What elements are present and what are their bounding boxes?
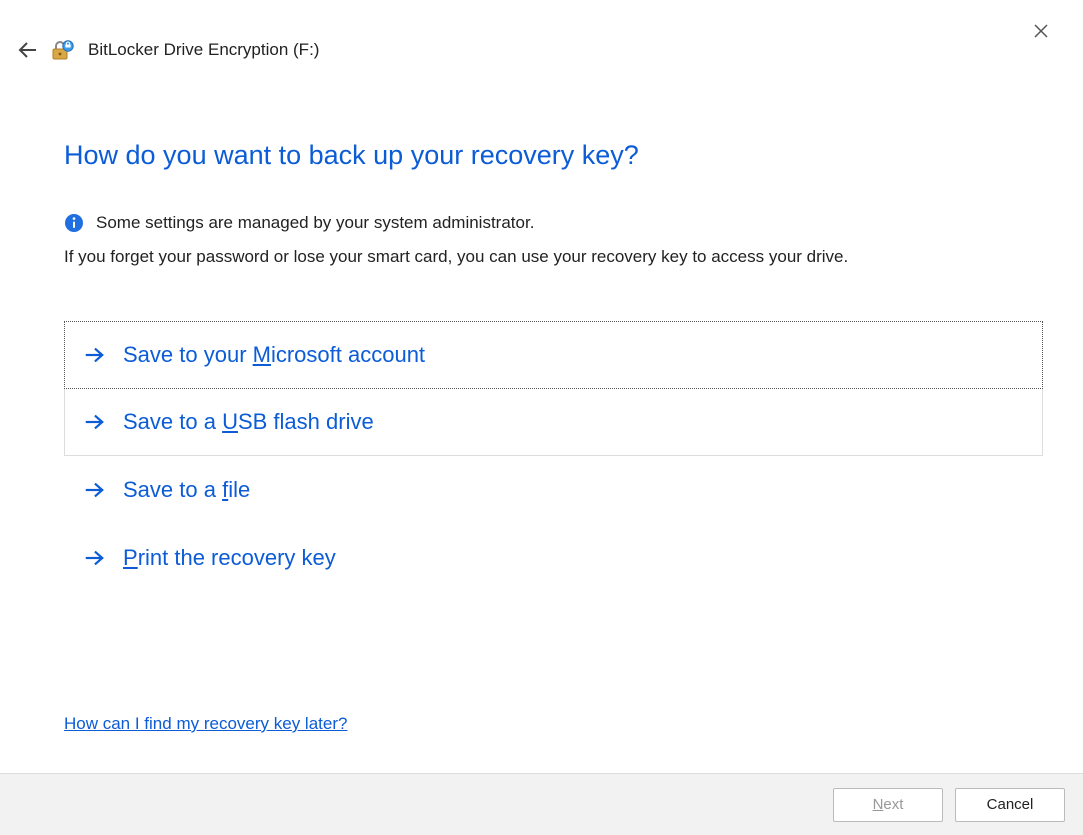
cancel-button[interactable]: Cancel (955, 788, 1065, 822)
footer: Next Cancel (0, 773, 1083, 835)
explanation-text: If you forget your password or lose your… (64, 247, 1043, 267)
option-label: Print the recovery key (123, 545, 336, 571)
close-button[interactable] (1029, 20, 1053, 44)
option-save-file[interactable]: Save to a file (64, 456, 1043, 524)
next-button[interactable]: Next (833, 788, 943, 822)
info-icon (64, 213, 84, 233)
admin-notice: Some settings are managed by your system… (64, 213, 1043, 233)
option-save-usb[interactable]: Save to a USB flash drive (64, 389, 1043, 456)
back-button[interactable] (16, 38, 40, 62)
arrow-right-icon (83, 344, 105, 366)
header: BitLocker Drive Encryption (F:) (16, 38, 319, 62)
backup-options: Save to your Microsoft account Save to a… (64, 321, 1043, 592)
option-label: Save to your Microsoft account (123, 342, 425, 368)
close-icon (1032, 22, 1050, 40)
option-print[interactable]: Print the recovery key (64, 524, 1043, 592)
arrow-right-icon (83, 411, 105, 433)
arrow-right-icon (83, 547, 105, 569)
bitlocker-icon (50, 38, 74, 62)
option-save-microsoft-account[interactable]: Save to your Microsoft account (64, 321, 1043, 389)
main-content: How do you want to back up your recovery… (64, 140, 1043, 592)
help-link[interactable]: How can I find my recovery key later? (64, 714, 347, 734)
option-label: Save to a file (123, 477, 250, 503)
page-heading: How do you want to back up your recovery… (64, 140, 1043, 171)
window-title: BitLocker Drive Encryption (F:) (88, 40, 319, 60)
admin-notice-text: Some settings are managed by your system… (96, 213, 534, 233)
option-label: Save to a USB flash drive (123, 409, 374, 435)
arrow-right-icon (83, 479, 105, 501)
back-arrow-icon (16, 38, 40, 62)
